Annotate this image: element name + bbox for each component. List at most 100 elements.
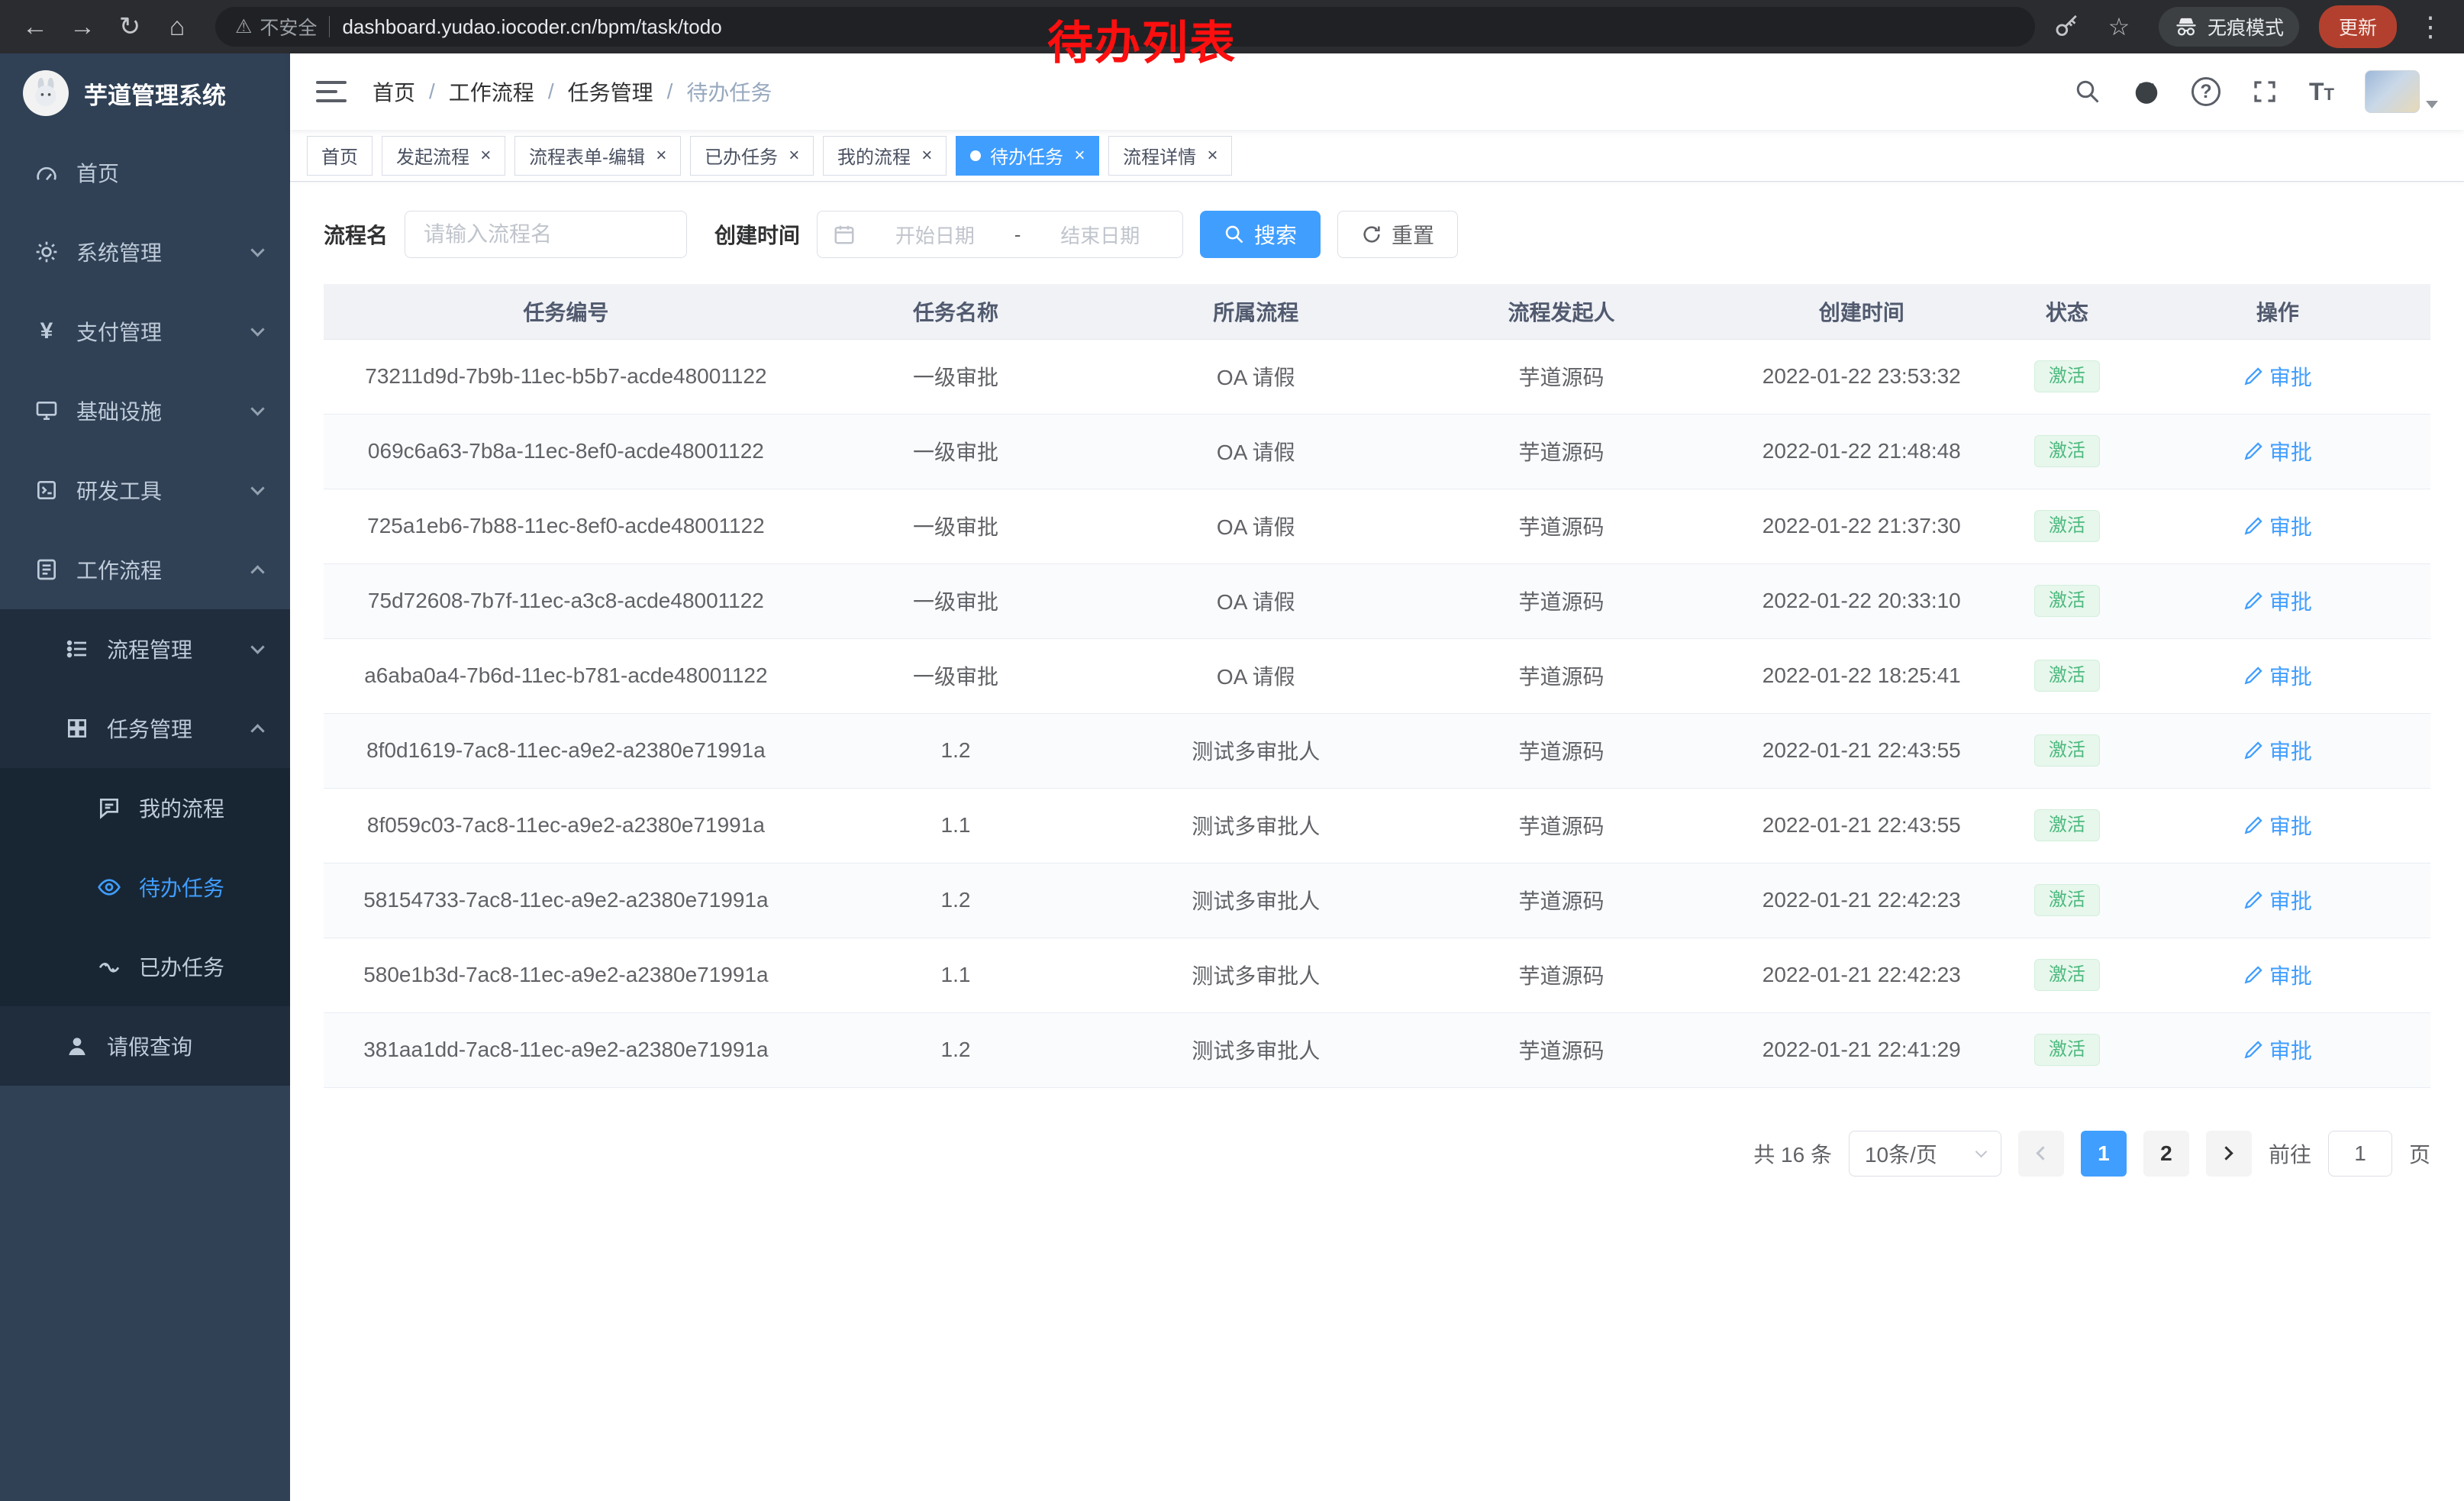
sidebar-item-process-mgmt[interactable]: 流程管理 xyxy=(0,609,290,689)
approve-link[interactable]: 审批 xyxy=(2243,1035,2312,1065)
cell-task-name: 1.2 xyxy=(808,1012,1103,1087)
fullscreen-icon[interactable] xyxy=(2251,78,2279,105)
grid-icon xyxy=(64,715,90,741)
sidebar-item-label: 请假查询 xyxy=(107,1031,192,1061)
approve-link[interactable]: 审批 xyxy=(2243,436,2312,466)
tab-label: 流程表单-编辑 xyxy=(529,142,645,169)
password-key-icon[interactable] xyxy=(2053,14,2079,40)
chevron-down-icon xyxy=(250,402,264,415)
cell-task-id: 725a1eb6-7b88-11ec-8ef0-acde48001122 xyxy=(324,489,808,563)
tab-todo-tasks[interactable]: 待办任务 xyxy=(956,136,1099,176)
breadcrumb-item-current: 待办任务 xyxy=(686,76,772,107)
approve-link[interactable]: 审批 xyxy=(2243,361,2312,392)
sidebar-toggle-icon[interactable] xyxy=(316,81,347,102)
home-icon[interactable]: ⌂ xyxy=(157,7,197,47)
page-size-select[interactable]: 10条/页 xyxy=(1849,1131,2001,1177)
approve-link[interactable]: 审批 xyxy=(2243,810,2312,841)
table-row: 8f059c03-7ac8-11ec-a9e2-a2380e71991a 1.1… xyxy=(324,788,2430,863)
approve-link[interactable]: 审批 xyxy=(2243,960,2312,990)
date-range-picker[interactable]: 开始日期 - 结束日期 xyxy=(817,211,1183,258)
close-icon[interactable] xyxy=(656,147,666,165)
approve-link[interactable]: 审批 xyxy=(2243,511,2312,541)
breadcrumb-item[interactable]: 工作流程 xyxy=(449,76,534,107)
status-badge: 激活 xyxy=(2034,585,2100,617)
cell-task-id: 75d72608-7b7f-11ec-a3c8-acde48001122 xyxy=(324,563,808,638)
prev-page-button[interactable] xyxy=(2018,1131,2064,1177)
sidebar-item-task-mgmt[interactable]: 任务管理 xyxy=(0,689,290,768)
sidebar-item-label: 待办任务 xyxy=(139,872,224,902)
reset-button[interactable]: 重置 xyxy=(1337,211,1458,258)
search-icon[interactable] xyxy=(2074,78,2101,105)
sidebar-item-label: 研发工具 xyxy=(76,475,162,505)
sidebar-item-payment[interactable]: ¥ 支付管理 xyxy=(0,292,290,371)
tab-form-edit[interactable]: 流程表单-编辑 xyxy=(514,136,681,176)
browser-menu-icon[interactable]: ⋮ xyxy=(2417,11,2444,43)
help-icon[interactable]: ? xyxy=(2191,77,2221,106)
sidebar-item-todo-tasks[interactable]: 待办任务 xyxy=(0,847,290,927)
start-date-placeholder[interactable]: 开始日期 xyxy=(868,221,1002,249)
red-annotation: 待办列表 xyxy=(1047,6,1237,73)
cell-time: 2022-01-22 21:37:30 xyxy=(1714,489,2009,563)
goto-page-input[interactable] xyxy=(2328,1131,2392,1177)
cell-action: 审批 xyxy=(2125,638,2430,713)
page-button-2[interactable]: 2 xyxy=(2143,1131,2189,1177)
bookmark-star-icon[interactable]: ☆ xyxy=(2099,7,2139,47)
cell-task-name: 1.1 xyxy=(808,788,1103,863)
tab-start-process[interactable]: 发起流程 xyxy=(382,136,505,176)
page-unit-label: 页 xyxy=(2409,1138,2430,1169)
sidebar-item-leave-query[interactable]: 请假查询 xyxy=(0,1006,290,1086)
forward-icon[interactable]: → xyxy=(63,7,102,47)
incognito-icon xyxy=(2174,15,2198,39)
cell-process: OA 请假 xyxy=(1103,489,1408,563)
sidebar-item-infra[interactable]: 基础设施 xyxy=(0,371,290,450)
breadcrumb-item[interactable]: 首页 xyxy=(373,76,415,107)
filter-bar: 流程名 创建时间 开始日期 - 结束日期 xyxy=(324,211,2430,258)
tab-my-process[interactable]: 我的流程 xyxy=(823,136,947,176)
user-avatar[interactable] xyxy=(2365,70,2438,113)
cell-status: 激活 xyxy=(2009,489,2125,563)
page-button-1[interactable]: 1 xyxy=(2081,1131,2127,1177)
column-header: 所属流程 xyxy=(1103,284,1408,339)
cell-task-name: 一级审批 xyxy=(808,339,1103,414)
security-warning[interactable]: ⚠ 不安全 xyxy=(235,13,317,40)
close-icon[interactable] xyxy=(1207,147,1217,165)
calendar-icon xyxy=(833,223,856,246)
approve-link[interactable]: 审批 xyxy=(2243,660,2312,691)
process-name-input[interactable] xyxy=(405,211,687,258)
approve-link[interactable]: 审批 xyxy=(2243,586,2312,616)
sidebar-item-devtools[interactable]: 研发工具 xyxy=(0,450,290,530)
sidebar-item-my-process[interactable]: 我的流程 xyxy=(0,768,290,847)
tab-process-detail[interactable]: 流程详情 xyxy=(1108,136,1232,176)
tab-home[interactable]: 首页 xyxy=(307,136,373,176)
url-text[interactable]: dashboard.yudao.iocoder.cn/bpm/task/todo xyxy=(342,15,721,39)
breadcrumb-separator: / xyxy=(429,79,435,104)
sidebar-item-done-tasks[interactable]: 已办任务 xyxy=(0,927,290,1006)
end-date-placeholder[interactable]: 结束日期 xyxy=(1033,221,1167,249)
search-button[interactable]: 搜索 xyxy=(1200,211,1321,258)
approve-link[interactable]: 审批 xyxy=(2243,735,2312,766)
cell-task-id: 8f059c03-7ac8-11ec-a9e2-a2380e71991a xyxy=(324,788,808,863)
search-button-label: 搜索 xyxy=(1254,219,1297,250)
cell-task-id: 58154733-7ac8-11ec-a9e2-a2380e71991a xyxy=(324,863,808,938)
reload-icon[interactable]: ↻ xyxy=(110,7,150,47)
close-icon[interactable] xyxy=(1074,147,1085,165)
app-logo[interactable]: 芋道管理系统 xyxy=(0,53,290,133)
close-icon[interactable] xyxy=(480,147,491,165)
sidebar-item-system[interactable]: 系统管理 xyxy=(0,212,290,292)
tabs-bar: 首页 发起流程 流程表单-编辑 已办任务 我的流程 待办任务 xyxy=(290,130,2464,182)
font-size-icon[interactable]: TT xyxy=(2309,78,2334,106)
approve-link[interactable]: 审批 xyxy=(2243,885,2312,915)
table-row: 58154733-7ac8-11ec-a9e2-a2380e71991a 1.2… xyxy=(324,863,2430,938)
tab-done-tasks[interactable]: 已办任务 xyxy=(690,136,814,176)
github-icon[interactable] xyxy=(2132,77,2161,106)
back-icon[interactable]: ← xyxy=(15,7,55,47)
next-page-button[interactable] xyxy=(2206,1131,2252,1177)
sidebar-item-workflow[interactable]: 工作流程 xyxy=(0,530,290,609)
browser-update-button[interactable]: 更新 xyxy=(2319,5,2397,48)
breadcrumb-item[interactable]: 任务管理 xyxy=(568,76,653,107)
person-icon xyxy=(64,1033,90,1059)
cell-action: 审批 xyxy=(2125,938,2430,1012)
close-icon[interactable] xyxy=(921,147,932,165)
close-icon[interactable] xyxy=(789,147,799,165)
sidebar-item-home[interactable]: 首页 xyxy=(0,133,290,212)
